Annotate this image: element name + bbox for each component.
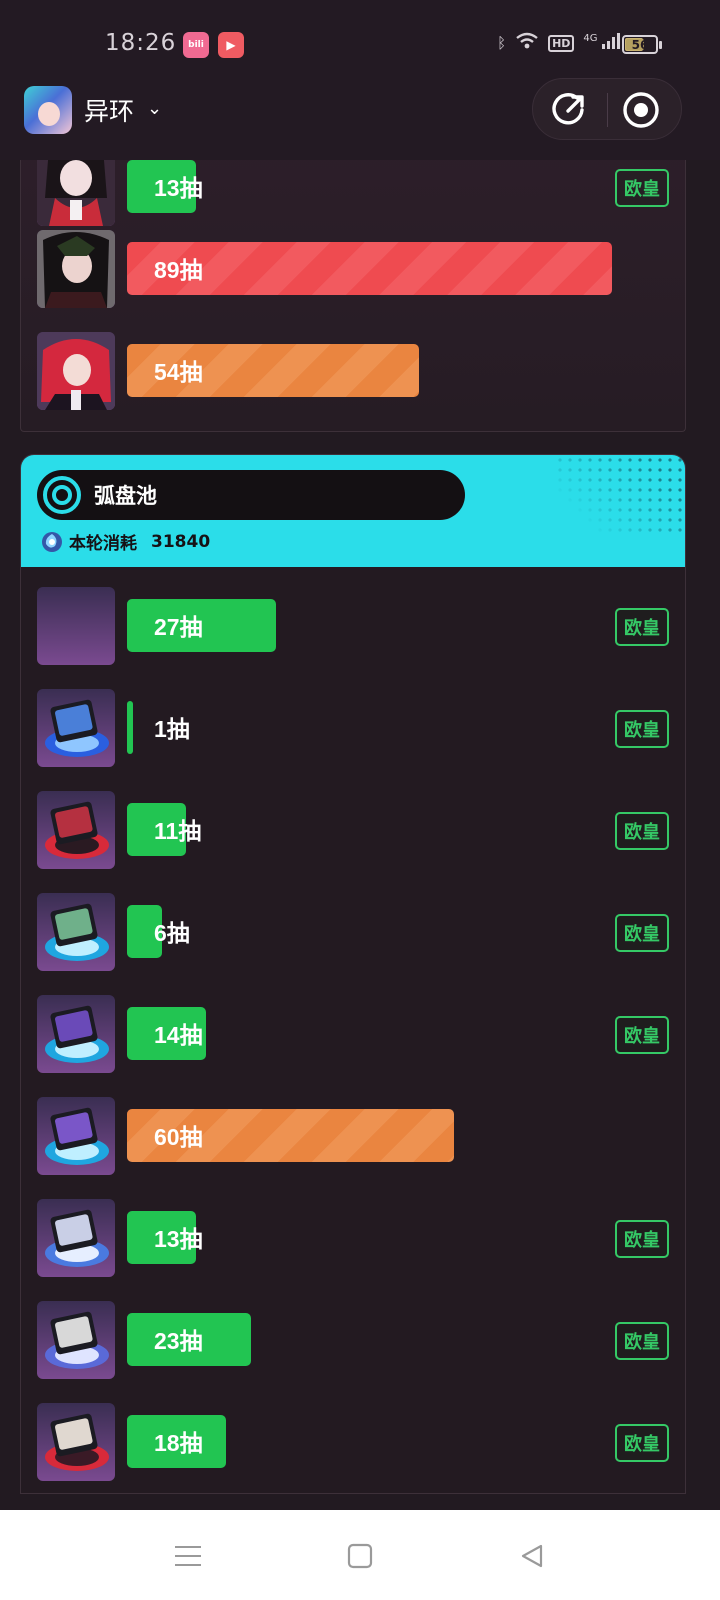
target-ring-icon	[43, 476, 81, 514]
record-row[interactable]: 13抽 欧皇	[37, 1199, 669, 1279]
divider	[607, 93, 608, 127]
home-icon[interactable]	[342, 1538, 378, 1574]
lucky-tag: 欧皇	[615, 1016, 669, 1054]
character-avatar	[37, 332, 115, 410]
pull-count-bar	[127, 701, 133, 754]
signal-4g-icon: 4G	[583, 33, 620, 53]
clock: 18:26	[105, 30, 177, 56]
pull-count-label: 6抽	[154, 920, 190, 946]
wifi-icon	[515, 32, 539, 54]
record-row[interactable]: 6抽 欧皇	[37, 893, 669, 973]
disk-avatar	[37, 1301, 115, 1379]
chevron-down-icon[interactable]: ⌄	[147, 98, 162, 119]
system-status-bar: 18:26 bili ▶ ᛒ HD 4G 56	[0, 0, 720, 80]
battery-cap	[659, 41, 662, 49]
record-row[interactable]: 11抽 欧皇	[37, 791, 669, 871]
currency-gem-icon	[42, 531, 62, 552]
pull-count-label: 54抽	[154, 359, 203, 385]
pool-title-pill: 弧盘池	[37, 470, 465, 520]
lucky-tag: 欧皇	[615, 169, 669, 207]
bilibili-icon: bili	[183, 32, 209, 58]
pull-count-label: 14抽	[154, 1022, 203, 1048]
lucky-tag: 欧皇	[615, 1220, 669, 1258]
lucky-tag: 欧皇	[615, 710, 669, 748]
battery-level: 56	[631, 37, 649, 52]
record-row[interactable]: 60抽	[37, 1097, 669, 1177]
disk-avatar	[37, 791, 115, 869]
pull-count-label: 13抽	[154, 1226, 203, 1252]
record-row[interactable]: 54抽	[37, 332, 669, 412]
share-icon[interactable]	[549, 90, 589, 130]
halftone-decoration	[555, 455, 685, 535]
pull-count-label: 11抽	[154, 818, 202, 844]
pull-count-label: 1抽	[154, 716, 190, 742]
disk-avatar-blank	[37, 587, 115, 665]
record-icon[interactable]	[621, 90, 661, 130]
video-play-icon: ▶	[218, 32, 244, 58]
record-row[interactable]: 89抽	[37, 230, 669, 310]
record-row[interactable]: 23抽 欧皇	[37, 1301, 669, 1381]
back-icon[interactable]	[514, 1538, 550, 1574]
record-row[interactable]: 27抽 欧皇	[37, 587, 669, 667]
system-nav-bar	[0, 1510, 720, 1600]
record-row[interactable]: 1抽 欧皇	[37, 689, 669, 769]
arc-disk-pool-panel: 弧盘池 本轮消耗 31840 27抽 欧皇 1抽 欧皇 11抽 欧皇 6抽 欧皇…	[20, 454, 686, 1494]
battery-icon: 56	[622, 35, 658, 54]
record-row[interactable]: 14抽 欧皇	[37, 995, 669, 1075]
record-row[interactable]: 13抽 欧皇	[37, 148, 669, 228]
character-avatar	[37, 230, 115, 308]
header-actions	[532, 78, 682, 140]
spend-value: 31840	[151, 531, 211, 552]
pull-count-label: 27抽	[154, 614, 203, 640]
record-row[interactable]: 18抽 欧皇	[37, 1403, 669, 1483]
disk-avatar	[37, 893, 115, 971]
lucky-tag: 欧皇	[615, 812, 669, 850]
bluetooth-icon: ᛒ	[497, 34, 507, 52]
previous-pool-panel: 13抽 欧皇 89抽 54抽	[20, 120, 686, 432]
pull-count-label: 23抽	[154, 1328, 203, 1354]
disk-avatar	[37, 1403, 115, 1481]
lucky-tag: 欧皇	[615, 1322, 669, 1360]
disk-avatar	[37, 995, 115, 1073]
lucky-tag: 欧皇	[615, 608, 669, 646]
lucky-tag: 欧皇	[615, 1424, 669, 1462]
round-spend: 本轮消耗 31840	[41, 529, 210, 554]
lucky-tag: 欧皇	[615, 914, 669, 952]
pull-count-label: 13抽	[154, 175, 203, 201]
spend-label: 本轮消耗	[69, 534, 137, 554]
pull-count-label: 18抽	[154, 1430, 203, 1456]
menu-icon[interactable]	[170, 1538, 206, 1574]
status-indicators: ᛒ HD 4G	[497, 32, 620, 54]
network-type-label: 4G	[583, 33, 598, 44]
disk-avatar	[37, 1097, 115, 1175]
pool-header: 弧盘池 本轮消耗 31840	[21, 455, 685, 567]
app-header: 异环 ⌄	[0, 78, 720, 160]
disk-avatar	[37, 689, 115, 767]
pull-count-label: 60抽	[154, 1124, 203, 1150]
game-avatar-icon[interactable]	[24, 86, 72, 134]
pool-title: 弧盘池	[94, 484, 157, 508]
game-selector[interactable]: 异环	[84, 92, 134, 128]
pull-count-label: 89抽	[154, 257, 203, 283]
disk-avatar	[37, 1199, 115, 1277]
scroll-content[interactable]: 13抽 欧皇 89抽 54抽 弧盘池 本轮消耗 31840 27抽 欧皇 1抽 …	[0, 0, 720, 1600]
hd-icon: HD	[548, 34, 575, 52]
